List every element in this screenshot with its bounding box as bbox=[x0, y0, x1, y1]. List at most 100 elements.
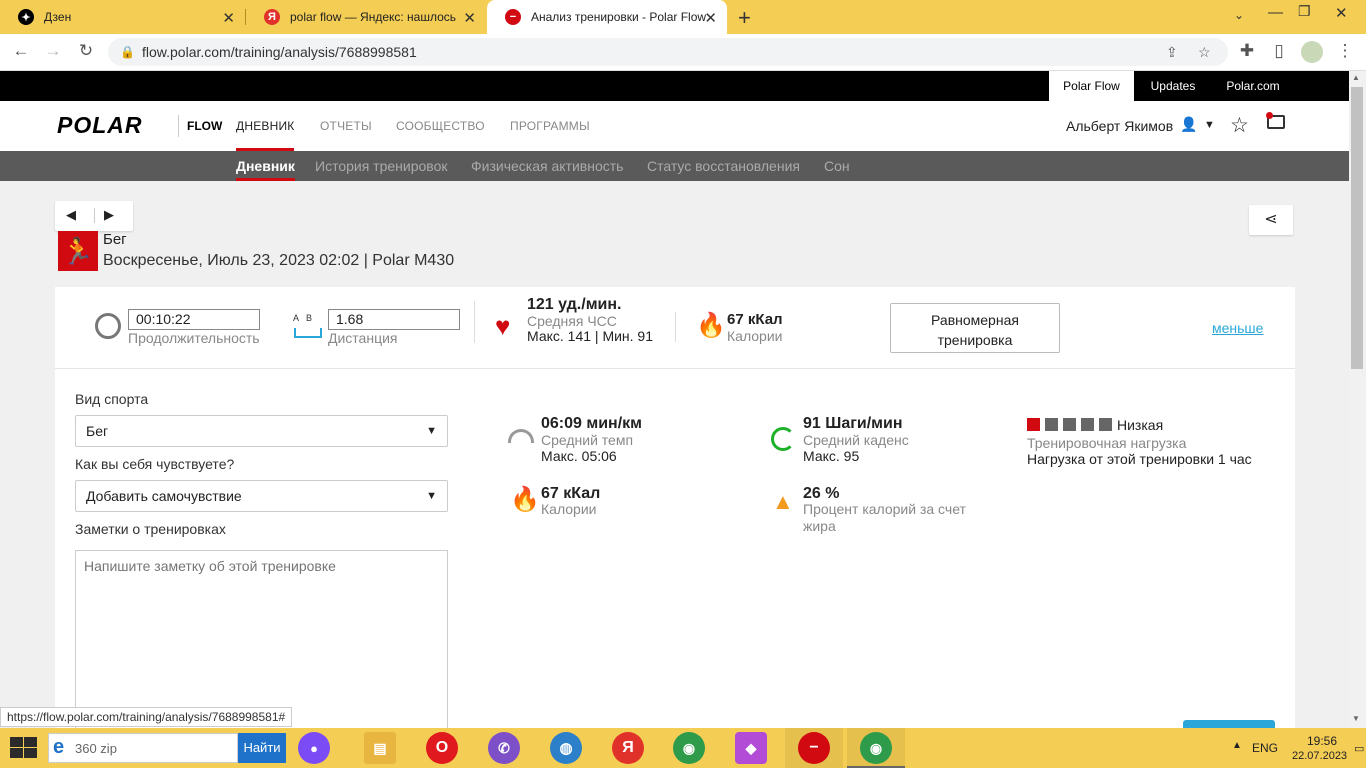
subnav-diary[interactable]: Дневник bbox=[236, 158, 295, 181]
chrome-icon[interactable]: ◉ bbox=[673, 732, 705, 764]
side-panel-icon[interactable]: ▯ bbox=[1268, 41, 1290, 61]
top-bar: Polar Flow Updates Polar.com bbox=[0, 71, 1349, 101]
duration-input[interactable]: 00:10:22 bbox=[128, 309, 260, 330]
feeling-select[interactable]: Добавить самочувствие ▼ bbox=[75, 480, 448, 512]
star-icon[interactable]: ☆ bbox=[1230, 113, 1249, 138]
scroll-up-icon[interactable]: ▲ bbox=[1352, 73, 1360, 82]
extensions-icon[interactable]: ✚ bbox=[1236, 41, 1258, 61]
taskbar-chrome-active[interactable]: ◉ bbox=[847, 728, 905, 768]
pace-label: Средний темп bbox=[541, 432, 634, 448]
alice-icon[interactable]: ● bbox=[298, 732, 330, 764]
subnav-history[interactable]: История тренировок bbox=[315, 158, 447, 174]
load-square bbox=[1099, 418, 1112, 431]
nav-diary[interactable]: ДНЕВНИК bbox=[236, 119, 295, 151]
menu-icon[interactable]: ⋮ bbox=[1334, 41, 1356, 61]
stopwatch-icon bbox=[95, 313, 121, 339]
nav-reports[interactable]: ОТЧЕТЫ bbox=[320, 119, 372, 133]
calories-label: Калории bbox=[727, 328, 783, 344]
forward-icon[interactable]: → bbox=[42, 41, 64, 61]
taskbar-search-input[interactable]: e 360 zip bbox=[48, 733, 238, 763]
bookmark-star-icon[interactable]: ☆ bbox=[1198, 38, 1211, 66]
vertical-scrollbar[interactable]: ▲ ▼ bbox=[1349, 71, 1366, 728]
sport-select[interactable]: Бег ▼ bbox=[75, 415, 448, 447]
subnav-activity[interactable]: Физическая активность bbox=[471, 158, 623, 174]
scroll-thumb[interactable] bbox=[1351, 87, 1363, 369]
window-close-icon[interactable]: ✕ bbox=[1335, 4, 1348, 22]
yandex-icon: Я bbox=[264, 9, 280, 25]
feeling-label: Как вы себя чувствуете? bbox=[75, 456, 235, 472]
training-benefit-button[interactable]: Равномерная тренировка bbox=[890, 303, 1060, 353]
new-tab-icon[interactable]: + bbox=[738, 5, 751, 31]
address-bar[interactable]: 🔒 flow.polar.com/training/analysis/76889… bbox=[108, 38, 1228, 66]
toplink-polar-flow[interactable]: Polar Flow bbox=[1049, 71, 1134, 101]
notification-dot bbox=[1266, 112, 1273, 119]
feeling-select-value: Добавить самочувствие bbox=[86, 488, 242, 504]
profile-avatar[interactable] bbox=[1301, 41, 1323, 63]
hr-minmax: Макс. 141 | Мин. 91 bbox=[527, 328, 654, 344]
yandex-browser-icon[interactable]: Я bbox=[612, 732, 644, 764]
back-icon[interactable]: ← bbox=[10, 41, 32, 61]
less-link[interactable]: меньше bbox=[1212, 320, 1263, 336]
next-arrow-icon[interactable]: ▶ bbox=[104, 207, 114, 223]
running-icon: 🏃 bbox=[58, 231, 98, 271]
reload-icon[interactable]: ↻ bbox=[75, 41, 97, 61]
clock-time[interactable]: 19:56 bbox=[1307, 734, 1337, 748]
distance-label: Дистанция bbox=[328, 330, 398, 346]
windows-start-icon[interactable] bbox=[10, 737, 38, 759]
close-icon[interactable]: ✕ bbox=[463, 9, 476, 27]
subnav-recovery[interactable]: Статус восстановления bbox=[647, 158, 800, 174]
user-icon: 👤 bbox=[1180, 116, 1198, 132]
lock-icon: 🔒 bbox=[120, 45, 135, 59]
page-content: Polar Flow Updates Polar.com POLAR FLOW … bbox=[0, 71, 1349, 728]
calories2-label: Калории bbox=[541, 501, 597, 517]
url-text: flow.polar.com/training/analysis/7688998… bbox=[142, 44, 417, 60]
hr-value: 121 уд./мин. bbox=[527, 296, 622, 313]
prev-arrow-icon[interactable]: ◀ bbox=[66, 207, 76, 223]
share-icon[interactable]: ⋖ bbox=[1249, 205, 1293, 235]
file-explorer-icon[interactable]: ▤ bbox=[364, 732, 396, 764]
user-name[interactable]: Альберт Якимов bbox=[1066, 118, 1173, 134]
maximize-icon[interactable]: ❐ bbox=[1298, 3, 1311, 20]
feedback-button[interactable] bbox=[1183, 720, 1275, 728]
tab-dzen[interactable]: ✦ Дзен ✕ bbox=[0, 0, 245, 34]
tab-title: Дзен bbox=[44, 10, 72, 24]
tray-chevron-icon[interactable]: ▲ bbox=[1232, 740, 1242, 751]
load-level: Низкая bbox=[1117, 417, 1164, 433]
chevron-down-icon[interactable]: ▼ bbox=[1204, 119, 1215, 131]
search-button[interactable]: Найти bbox=[238, 733, 286, 763]
minimize-icon[interactable]: — bbox=[1268, 4, 1283, 21]
toplink-polar-com[interactable]: Polar.com bbox=[1212, 71, 1294, 101]
share-page-icon[interactable]: ⇪ bbox=[1166, 38, 1178, 66]
close-icon[interactable]: ✕ bbox=[222, 9, 235, 27]
nav-programs[interactable]: ПРОГРАММЫ bbox=[510, 119, 590, 133]
duration-label: Продолжительность bbox=[128, 330, 260, 346]
hr-label: Средняя ЧСС bbox=[527, 313, 617, 329]
subnav-sleep[interactable]: Сон bbox=[824, 158, 850, 174]
language-indicator[interactable]: ENG bbox=[1252, 741, 1278, 755]
nav-community[interactable]: СООБЩЕСТВО bbox=[396, 119, 485, 133]
search-placeholder: 360 zip bbox=[75, 741, 117, 756]
opera-icon[interactable]: O bbox=[426, 732, 458, 764]
speedometer-icon bbox=[508, 429, 534, 443]
polar-logo[interactable]: POLAR bbox=[57, 112, 143, 139]
tab-polar-active[interactable]: − Анализ тренировки - Polar Flow ✕ bbox=[487, 0, 727, 34]
clock-date[interactable]: 22.07.2023 bbox=[1292, 750, 1347, 762]
taskbar-polar-app[interactable]: − bbox=[785, 728, 843, 768]
globe-icon[interactable]: ◍ bbox=[550, 732, 582, 764]
fat-burn-icon: ▲ bbox=[772, 489, 794, 514]
viber-icon[interactable]: ✆ bbox=[488, 732, 520, 764]
pace-max: Макс. 05:06 bbox=[541, 448, 617, 464]
toplink-updates[interactable]: Updates bbox=[1134, 71, 1212, 101]
browser-tab-strip: ✦ Дзен ✕ Я polar flow — Яндекс: нашлось … bbox=[0, 0, 1366, 34]
close-icon[interactable]: ✕ bbox=[704, 9, 717, 27]
chevron-down-icon: ▼ bbox=[426, 490, 437, 502]
ie-icon: e bbox=[53, 736, 65, 758]
notifications-tray-icon[interactable]: ▭ bbox=[1354, 742, 1364, 755]
notes-textarea[interactable] bbox=[75, 550, 448, 728]
distance-input[interactable]: 1.68 bbox=[328, 309, 460, 330]
distance-ab-label: A B bbox=[293, 313, 313, 323]
app-crystal-icon[interactable]: ◆ bbox=[735, 732, 767, 764]
scroll-down-icon[interactable]: ▼ bbox=[1352, 714, 1360, 723]
tab-search-icon[interactable]: ⌄ bbox=[1234, 8, 1244, 22]
tab-yandex[interactable]: Я polar flow — Яндекс: нашлось 5 ✕ bbox=[246, 0, 486, 34]
